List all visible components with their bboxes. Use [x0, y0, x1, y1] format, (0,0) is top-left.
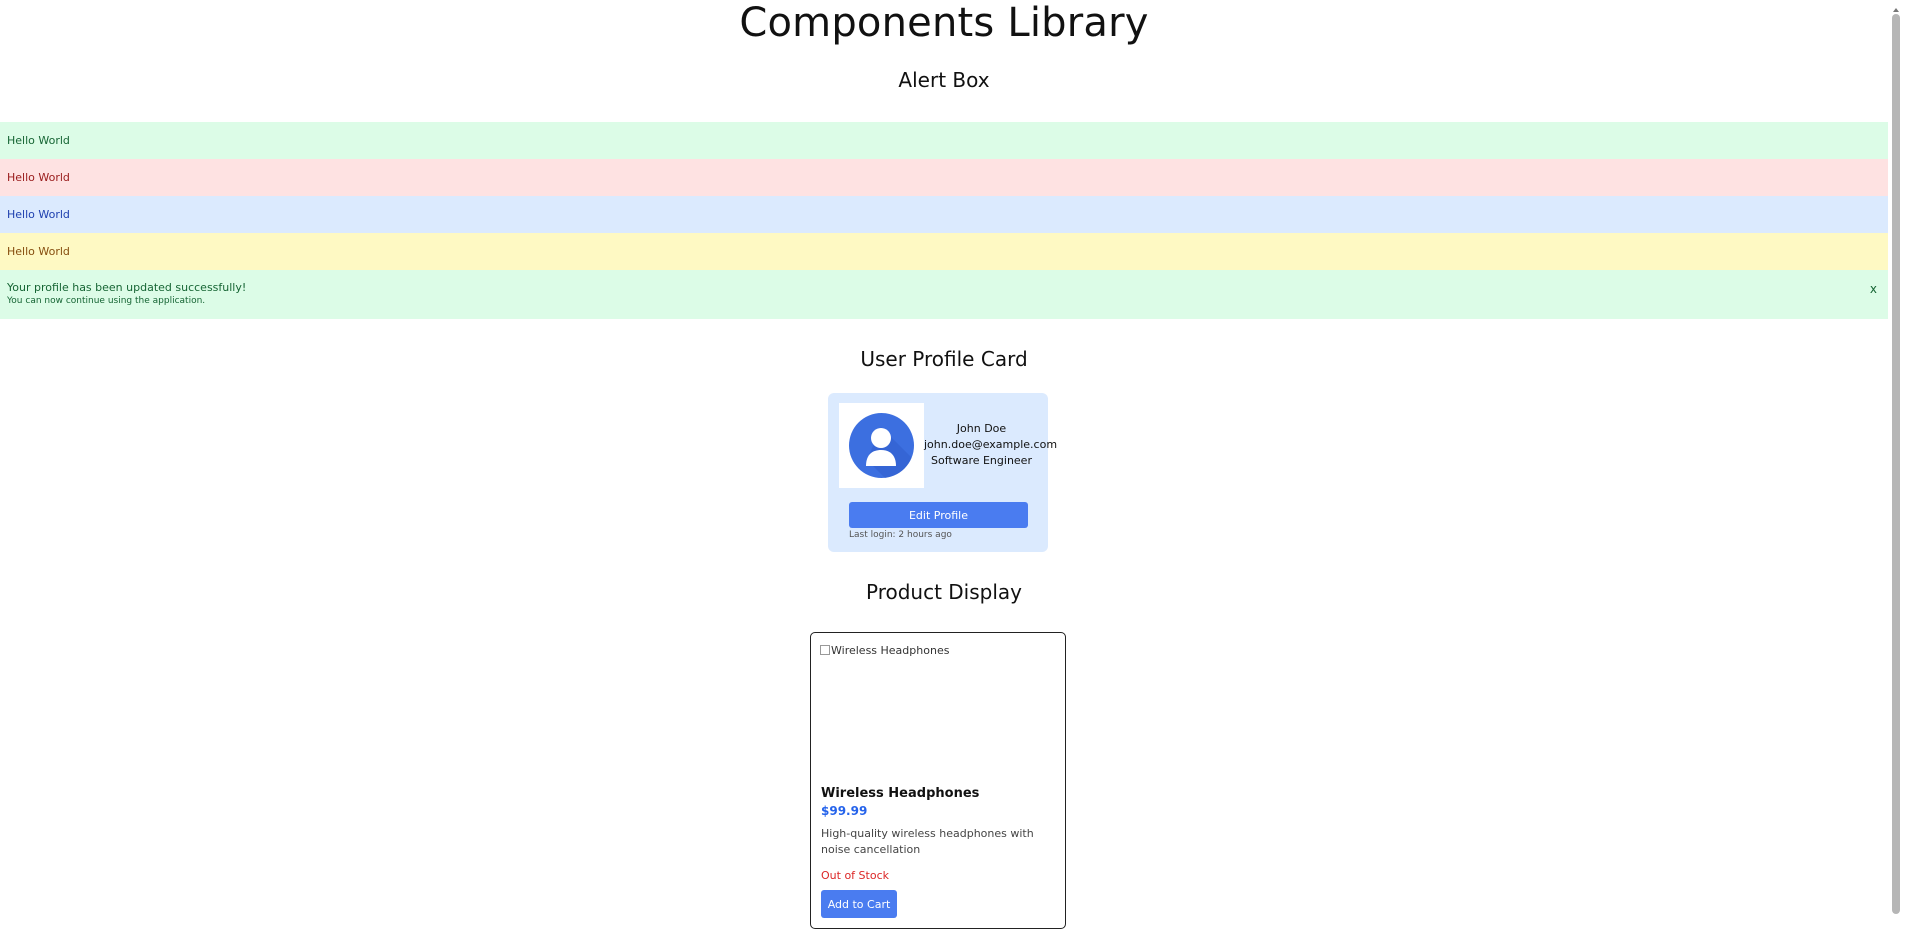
alert-message: Your profile has been updated successful…	[7, 281, 247, 294]
scroll-up-icon[interactable]	[1893, 8, 1899, 12]
alert-list: Hello World Hello World Hello World Hell…	[0, 122, 1888, 319]
avatar	[839, 403, 924, 488]
product-name: Wireless Headphones	[821, 786, 980, 801]
add-to-cart-button[interactable]: Add to Cart	[821, 890, 897, 918]
alert-error: Hello World	[0, 159, 1888, 196]
product-image: Wireless Headphones	[820, 644, 1056, 772]
alert-info: Hello World	[0, 196, 1888, 233]
profile-info: John Doe john.doe@example.com Software E…	[924, 421, 1058, 469]
page-title: Components Library	[739, 0, 1149, 46]
scrollbar-thumb[interactable]	[1892, 14, 1900, 914]
profile-email: john.doe@example.com	[924, 438, 1058, 451]
user-avatar-icon	[849, 413, 914, 478]
product-price: $99.99	[821, 804, 868, 818]
broken-image-icon	[820, 645, 830, 655]
product-section-title: Product Display	[865, 580, 1022, 604]
alert-profile-updated: Your profile has been updated successful…	[0, 270, 1888, 319]
user-profile-card: John Doe john.doe@example.com Software E…	[828, 393, 1058, 552]
alert-close-button[interactable]: x	[1870, 282, 1877, 296]
alert-sub-message: You can now continue using the applicati…	[7, 296, 206, 306]
page: Components Library Alert Box Hello World…	[0, 0, 1888, 937]
profile-name: John Doe	[956, 422, 1007, 435]
profile-section-title: User Profile Card	[860, 347, 1028, 371]
product-image-alt: Wireless Headphones	[831, 644, 950, 657]
vertical-scrollbar[interactable]	[1888, 0, 1905, 937]
edit-profile-button[interactable]: Edit Profile	[849, 502, 1028, 528]
last-login: Last login: 2 hours ago	[849, 530, 952, 540]
stock-status: Out of Stock	[821, 869, 889, 882]
product-card: Wireless Headphones Wireless Headphones …	[810, 632, 1066, 929]
alert-success: Hello World	[0, 122, 1888, 159]
product-description: High-quality wireless headphones with no…	[821, 827, 1034, 856]
alert-warning: Hello World	[0, 233, 1888, 270]
profile-role: Software Engineer	[931, 454, 1032, 467]
alert-section-title: Alert Box	[898, 68, 990, 92]
